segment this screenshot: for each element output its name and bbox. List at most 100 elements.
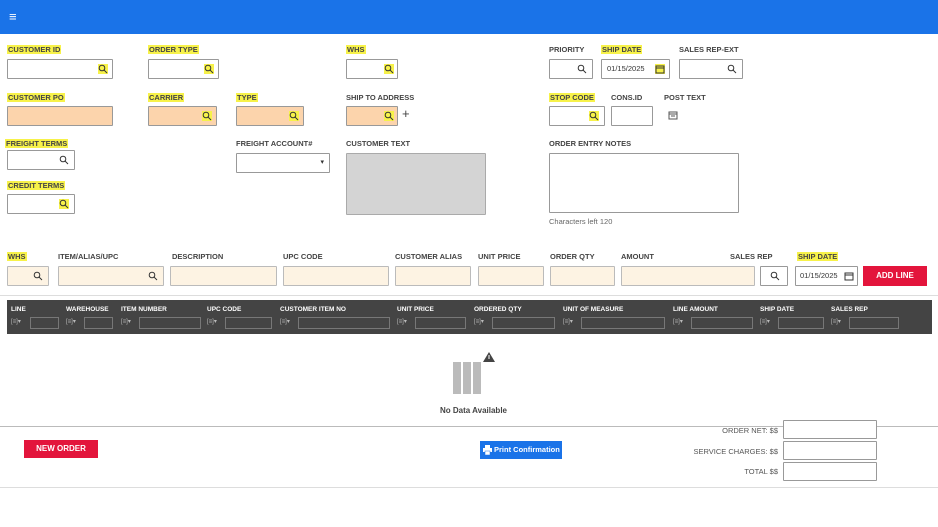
ship-date-input[interactable]: 01/15/2025 xyxy=(601,59,670,79)
search-icon[interactable] xyxy=(204,64,214,74)
filter-icon[interactable]: [≡]▾ xyxy=(121,318,132,328)
post-text-label: POST TEXT xyxy=(664,93,706,102)
filter-icon[interactable]: [≡]▾ xyxy=(397,318,408,328)
freight-account-select[interactable]: ▾ xyxy=(236,153,330,173)
customer-alias-input[interactable] xyxy=(395,266,471,286)
calendar-icon[interactable] xyxy=(844,271,854,281)
filter-icon[interactable]: [≡]▾ xyxy=(760,318,771,328)
search-icon[interactable] xyxy=(59,199,69,209)
search-icon[interactable] xyxy=(770,271,780,281)
order-entry-notes-textarea[interactable] xyxy=(549,153,739,213)
priority-label: PRIORITY xyxy=(549,45,585,54)
whs-input[interactable] xyxy=(346,59,398,79)
filter-icon[interactable]: [≡]▾ xyxy=(563,318,574,328)
carrier-input[interactable] xyxy=(148,106,217,126)
line-whs-input[interactable] xyxy=(7,266,49,286)
amount-input[interactable] xyxy=(621,266,755,286)
filter-input[interactable] xyxy=(84,317,113,329)
description-input[interactable] xyxy=(170,266,277,286)
ship-to-address-input[interactable] xyxy=(346,106,398,126)
search-icon[interactable] xyxy=(202,111,212,121)
customer-text-label: CUSTOMER TEXT xyxy=(346,139,411,148)
unit-price-input[interactable] xyxy=(478,266,544,286)
search-icon[interactable] xyxy=(727,64,737,74)
order-qty-input[interactable] xyxy=(550,266,615,286)
filter-input[interactable] xyxy=(581,317,665,329)
search-icon[interactable] xyxy=(289,111,299,121)
search-icon[interactable] xyxy=(589,111,599,121)
col-ship-date[interactable]: SHIP DATE xyxy=(760,306,794,313)
col-ordered-qty[interactable]: ORDERED QTY xyxy=(474,306,522,313)
search-icon[interactable] xyxy=(59,155,69,165)
cons-id-input[interactable] xyxy=(611,106,653,126)
order-type-input[interactable] xyxy=(148,59,219,79)
total-label: TOTAL $$ xyxy=(744,467,778,476)
filter-icon[interactable]: [≡]▾ xyxy=(280,318,291,328)
top-app-bar: ≡ xyxy=(0,0,938,34)
priority-input[interactable] xyxy=(549,59,593,79)
chevron-down-icon: ▾ xyxy=(320,159,324,166)
search-icon[interactable] xyxy=(384,111,394,121)
add-line-button[interactable]: ADD LINE xyxy=(863,266,927,286)
amount-label: AMOUNT xyxy=(621,252,654,261)
customer-id-input[interactable] xyxy=(7,59,113,79)
upc-code-input[interactable] xyxy=(283,266,389,286)
filter-input[interactable] xyxy=(492,317,555,329)
filter-icon[interactable]: [≡]▾ xyxy=(11,318,22,328)
filter-input[interactable] xyxy=(691,317,753,329)
sales-rep-ext-input[interactable] xyxy=(679,59,743,79)
filter-icon[interactable]: [≡]▾ xyxy=(66,318,77,328)
filter-icon[interactable]: [≡]▾ xyxy=(831,318,842,328)
col-customer-item-no[interactable]: CUSTOMER ITEM NO xyxy=(280,306,346,313)
col-warehouse[interactable]: WAREHOUSE xyxy=(66,306,109,313)
type-input[interactable] xyxy=(236,106,304,126)
hamburger-icon[interactable]: ≡ xyxy=(9,10,17,23)
print-confirmation-button[interactable]: Print Confirmation xyxy=(480,441,562,459)
order-net-field xyxy=(783,420,877,439)
cons-id-label: CONS.ID xyxy=(611,93,643,102)
col-sales-rep[interactable]: SALES REP xyxy=(831,306,868,313)
search-icon[interactable] xyxy=(148,271,158,281)
search-icon[interactable] xyxy=(384,64,394,74)
search-icon[interactable] xyxy=(577,64,587,74)
add-address-icon[interactable]: + xyxy=(402,107,410,120)
ship-date-label: SHIP DATE xyxy=(601,45,643,54)
filter-input[interactable] xyxy=(298,317,390,329)
customer-alias-label: CUSTOMER ALIAS xyxy=(395,252,463,261)
col-line[interactable]: LINE xyxy=(11,306,26,313)
service-charges-field xyxy=(783,441,877,460)
filter-input[interactable] xyxy=(778,317,824,329)
item-input[interactable] xyxy=(58,266,164,286)
no-data-icon xyxy=(453,352,495,394)
search-icon[interactable] xyxy=(98,64,108,74)
stop-code-label: STOP CODE xyxy=(549,93,595,102)
filter-input[interactable] xyxy=(30,317,59,329)
calendar-icon[interactable] xyxy=(668,110,678,120)
freight-terms-input[interactable] xyxy=(7,150,75,170)
col-item-number[interactable]: ITEM NUMBER xyxy=(121,306,167,313)
filter-input[interactable] xyxy=(849,317,899,329)
calendar-icon[interactable] xyxy=(655,64,665,74)
filter-icon[interactable]: [≡]▾ xyxy=(673,318,684,328)
unit-price-label: UNIT PRICE xyxy=(478,252,521,261)
filter-input[interactable] xyxy=(225,317,272,329)
filter-icon[interactable]: [≡]▾ xyxy=(207,318,218,328)
customer-po-input[interactable] xyxy=(7,106,113,126)
line-ship-date-input[interactable]: 01/15/2025 xyxy=(795,266,858,286)
col-line-amount[interactable]: LINE AMOUNT xyxy=(673,306,718,313)
new-order-button[interactable]: NEW ORDER xyxy=(24,440,98,458)
sales-rep-ext-label: SALES REP-EXT xyxy=(679,45,739,54)
print-confirmation-label: Print Confirmation xyxy=(494,445,560,454)
credit-terms-input[interactable] xyxy=(7,194,75,214)
stop-code-input[interactable] xyxy=(549,106,605,126)
sales-rep-input[interactable] xyxy=(760,266,788,286)
ship-date-value: 01/15/2025 xyxy=(607,64,645,73)
filter-input[interactable] xyxy=(415,317,466,329)
filter-icon[interactable]: [≡]▾ xyxy=(474,318,485,328)
col-unit-of-measure[interactable]: UNIT OF MEASURE xyxy=(563,306,623,313)
col-unit-price[interactable]: UNIT PRICE xyxy=(397,306,434,313)
col-upc-code[interactable]: UPC CODE xyxy=(207,306,241,313)
filter-input[interactable] xyxy=(139,317,201,329)
search-icon[interactable] xyxy=(33,271,43,281)
type-label: TYPE xyxy=(236,93,258,102)
